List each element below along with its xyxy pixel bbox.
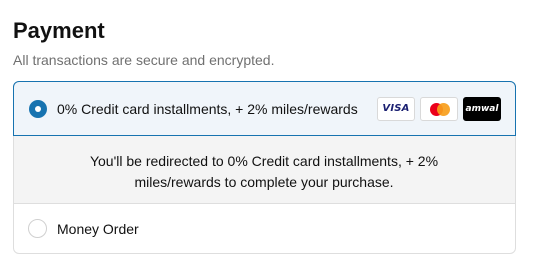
payment-title: Payment bbox=[13, 18, 105, 43]
payment-subtitle: All transactions are secure and encrypte… bbox=[13, 52, 275, 68]
radio-selected-icon[interactable] bbox=[29, 100, 47, 118]
mastercard-icon bbox=[420, 97, 458, 121]
visa-logo-text: VISA bbox=[382, 103, 410, 114]
payment-options-group: 0% Credit card installments, + 2% miles/… bbox=[13, 81, 516, 254]
payment-option-label: Money Order bbox=[57, 221, 139, 237]
radio-unselected-icon[interactable] bbox=[28, 219, 47, 238]
visa-icon: VISA bbox=[377, 97, 415, 121]
payment-option-money-order[interactable]: Money Order bbox=[14, 204, 515, 253]
payment-option-label: 0% Credit card installments, + 2% miles/… bbox=[57, 101, 358, 117]
redirect-message: You'll be redirected to 0% Credit card i… bbox=[89, 153, 439, 190]
amwal-icon: amwal bbox=[463, 97, 501, 121]
redirect-info-panel: You'll be redirected to 0% Credit card i… bbox=[14, 136, 515, 204]
mastercard-yellow-circle bbox=[437, 103, 450, 116]
amwal-logo-text: amwal bbox=[465, 104, 499, 114]
payment-option-installments[interactable]: 0% Credit card installments, + 2% miles/… bbox=[13, 81, 516, 136]
